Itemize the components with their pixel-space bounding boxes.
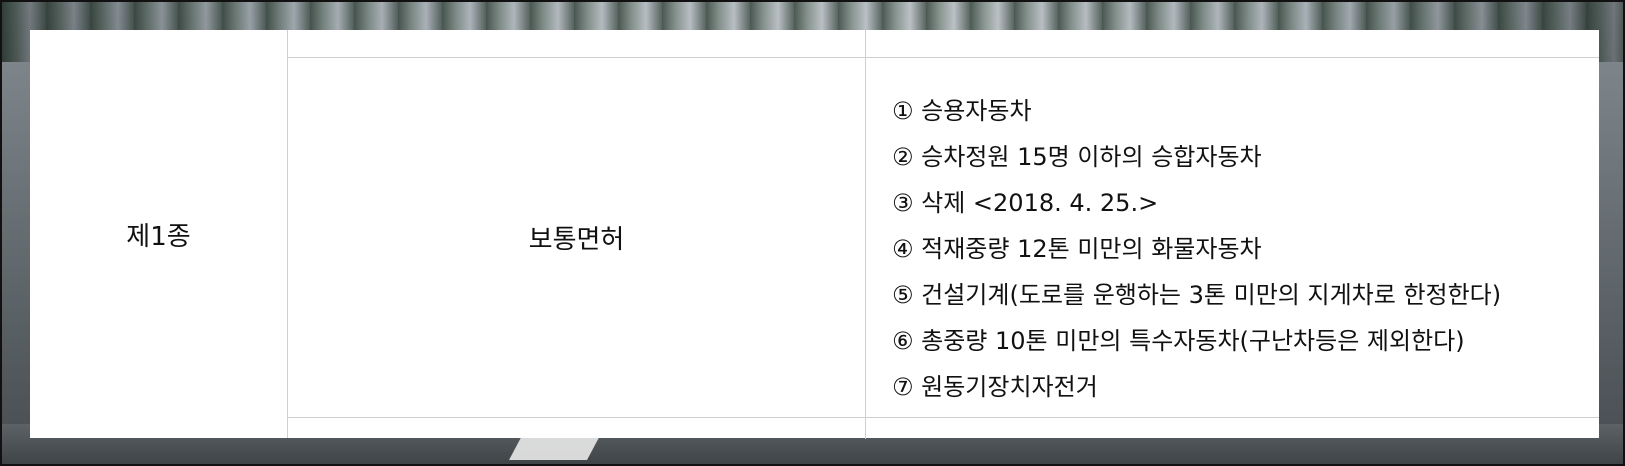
license-name-top-cell xyxy=(288,30,866,58)
vehicle-item: ① 승용자동차 xyxy=(892,97,1032,125)
screenshot-frame: 제1종 보통면허 ① 승용자동차 ② 승차정원 15명 이하의 승합자동차 ③ … xyxy=(0,0,1625,466)
vehicles-bottom-cell xyxy=(866,417,1599,439)
license-name-bottom-cell xyxy=(288,417,866,439)
vehicle-list: ① 승용자동차 ② 승차정원 15명 이하의 승합자동차 ③ 삭제 <2018.… xyxy=(892,88,1501,410)
vehicle-item: ② 승차정원 15명 이하의 승합자동차 xyxy=(892,143,1262,171)
license-name-cell: 보통면허 xyxy=(288,58,866,417)
license-table: 제1종 보통면허 ① 승용자동차 ② 승차정원 15명 이하의 승합자동차 ③ … xyxy=(30,30,1599,439)
vehicles-cell: ① 승용자동차 ② 승차정원 15명 이하의 승합자동차 ③ 삭제 <2018.… xyxy=(866,58,1599,417)
license-type-text: 제1종 xyxy=(126,221,191,252)
vehicle-item: ⑦ 원동기장치자전거 xyxy=(892,373,1098,401)
vehicle-item: ⑤ 건설기계(도로를 운행하는 3톤 미만의 지게차로 한정한다) xyxy=(892,281,1502,309)
vehicles-top-cell xyxy=(866,30,1599,58)
vehicle-item: ③ 삭제 <2018. 4. 25.> xyxy=(892,189,1159,217)
vehicle-item: ⑥ 총중량 10톤 미만의 특수자동차(구난차등은 제외한다) xyxy=(892,327,1465,355)
license-name-text: 보통면허 xyxy=(528,225,625,255)
license-type-cell: 제1종 xyxy=(30,30,288,438)
vehicle-item: ④ 적재중량 12톤 미만의 화물자동차 xyxy=(892,235,1262,263)
